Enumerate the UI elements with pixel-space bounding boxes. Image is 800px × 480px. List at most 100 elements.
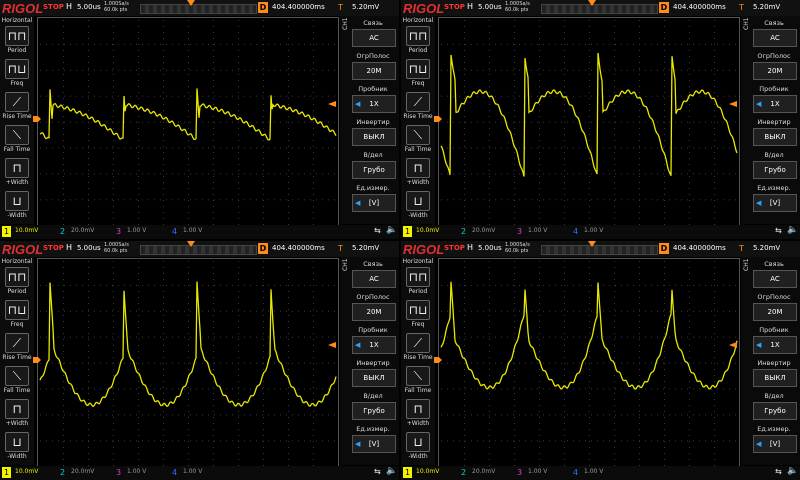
channel-4-button[interactable]: 4: [571, 467, 580, 478]
measure-item-pluswidth[interactable]: ⊓ +Width: [401, 399, 435, 427]
channel-3-button[interactable]: 3: [515, 467, 524, 478]
waveform-grid[interactable]: [438, 258, 740, 467]
speaker-icon[interactable]: 🔈: [386, 466, 397, 476]
channel-menu-button[interactable]: AC: [352, 29, 396, 47]
channel-2-scale[interactable]: 20.0mV: [472, 468, 495, 475]
channel-2-button[interactable]: 2: [58, 467, 67, 478]
channel-3-button[interactable]: 3: [114, 467, 123, 478]
channel-4-scale[interactable]: 1.00 V: [183, 468, 202, 475]
measure-item-falltime[interactable]: ⟍ Fall Time: [401, 125, 435, 153]
channel-4-button[interactable]: 4: [170, 226, 179, 237]
channel-menu-button[interactable]: ВЫКЛ: [352, 128, 396, 146]
measure-item-period[interactable]: ⊓⊓ Period: [401, 26, 435, 54]
measure-item-falltime[interactable]: ⟍ Fall Time: [0, 125, 34, 153]
channel-menu-button[interactable]: Грубо: [352, 161, 396, 179]
channel-menu-button[interactable]: ВЫКЛ: [753, 369, 797, 387]
measure-item-risetime[interactable]: ⟋ Rise Time: [401, 92, 435, 120]
channel-menu-button[interactable]: Грубо: [352, 402, 396, 420]
timebase-value[interactable]: 5.00us: [77, 3, 101, 11]
measure-item-falltime[interactable]: ⟍ Fall Time: [0, 366, 34, 394]
channel-3-button[interactable]: 3: [515, 226, 524, 237]
channel-menu-button[interactable]: 20M: [753, 62, 797, 80]
measure-item-minuswidth[interactable]: ⊔ -Width: [0, 191, 34, 219]
measure-item-pluswidth[interactable]: ⊓ +Width: [401, 158, 435, 186]
delay-value[interactable]: 404.400000ms: [272, 244, 325, 252]
channel-2-scale[interactable]: 20.0mV: [71, 468, 94, 475]
channel-menu-button[interactable]: Грубо: [753, 161, 797, 179]
channel-menu-button[interactable]: ◀ 1X: [352, 95, 396, 113]
trigger-level[interactable]: 5.20mV: [352, 3, 379, 11]
channel-menu-button[interactable]: Грубо: [753, 402, 797, 420]
measure-item-minuswidth[interactable]: ⊔ -Width: [401, 432, 435, 460]
channel-menu-button[interactable]: AC: [352, 270, 396, 288]
measure-item-pluswidth[interactable]: ⊓ +Width: [0, 158, 34, 186]
speaker-icon[interactable]: 🔈: [787, 466, 798, 476]
measure-item-risetime[interactable]: ⟋ Rise Time: [401, 333, 435, 361]
waveform-grid[interactable]: [37, 17, 339, 226]
speaker-icon[interactable]: 🔈: [386, 225, 397, 235]
measure-item-period[interactable]: ⊓⊓ Period: [0, 267, 34, 295]
trigger-level[interactable]: 5.20mV: [352, 244, 379, 252]
run-stop-status[interactable]: STOP: [444, 3, 465, 11]
run-stop-status[interactable]: STOP: [43, 3, 64, 11]
timebase-value[interactable]: 5.00us: [478, 244, 502, 252]
channel-4-scale[interactable]: 1.00 V: [183, 227, 202, 234]
channel-menu-button[interactable]: ◀ [V]: [352, 194, 396, 212]
measure-item-minuswidth[interactable]: ⊔ -Width: [0, 432, 34, 460]
channel-4-scale[interactable]: 1.00 V: [584, 468, 603, 475]
measure-item-risetime[interactable]: ⟋ Rise Time: [0, 333, 34, 361]
channel-menu-button[interactable]: ВЫКЛ: [753, 128, 797, 146]
channel-2-scale[interactable]: 20.0mV: [71, 227, 94, 234]
measure-item-period[interactable]: ⊓⊓ Period: [401, 267, 435, 295]
delay-value[interactable]: 404.400000ms: [272, 3, 325, 11]
channel-1-scale[interactable]: 10.0mV: [416, 227, 439, 234]
channel-4-button[interactable]: 4: [571, 226, 580, 237]
measure-item-freq[interactable]: ⊓⊔ Freq: [401, 59, 435, 87]
run-stop-status[interactable]: STOP: [444, 244, 465, 252]
waveform-grid[interactable]: [438, 17, 740, 226]
run-stop-status[interactable]: STOP: [43, 244, 64, 252]
channel-1-scale[interactable]: 10.0mV: [15, 468, 38, 475]
channel-menu-button[interactable]: AC: [753, 29, 797, 47]
channel-menu-button[interactable]: ◀ 1X: [352, 336, 396, 354]
channel-3-scale[interactable]: 1.00 V: [127, 468, 146, 475]
channel-1-scale[interactable]: 10.0mV: [15, 227, 38, 234]
channel-menu-button[interactable]: ◀ [V]: [753, 194, 797, 212]
measure-item-pluswidth[interactable]: ⊓ +Width: [0, 399, 34, 427]
channel-4-scale[interactable]: 1.00 V: [584, 227, 603, 234]
channel-2-scale[interactable]: 20.0mV: [472, 227, 495, 234]
channel-3-scale[interactable]: 1.00 V: [127, 227, 146, 234]
channel-1-scale[interactable]: 10.0mV: [416, 468, 439, 475]
timebase-value[interactable]: 5.00us: [478, 3, 502, 11]
measure-item-falltime[interactable]: ⟍ Fall Time: [401, 366, 435, 394]
channel-menu-button[interactable]: 20M: [753, 303, 797, 321]
channel-3-button[interactable]: 3: [114, 226, 123, 237]
channel-menu-button[interactable]: AC: [753, 270, 797, 288]
waveform-grid[interactable]: [37, 258, 339, 467]
timebase-value[interactable]: 5.00us: [77, 244, 101, 252]
channel-1-button[interactable]: 1: [403, 467, 412, 478]
channel-1-button[interactable]: 1: [403, 226, 412, 237]
measure-item-freq[interactable]: ⊓⊔ Freq: [0, 300, 34, 328]
measure-item-minuswidth[interactable]: ⊔ -Width: [401, 191, 435, 219]
measure-item-freq[interactable]: ⊓⊔ Freq: [401, 300, 435, 328]
channel-menu-button[interactable]: ◀ [V]: [352, 435, 396, 453]
channel-menu-button[interactable]: ВЫКЛ: [352, 369, 396, 387]
measure-item-risetime[interactable]: ⟋ Rise Time: [0, 92, 34, 120]
channel-2-button[interactable]: 2: [459, 467, 468, 478]
trigger-level[interactable]: 5.20mV: [753, 3, 780, 11]
channel-menu-button[interactable]: 20M: [352, 303, 396, 321]
channel-menu-button[interactable]: ◀ [V]: [753, 435, 797, 453]
channel-2-button[interactable]: 2: [58, 226, 67, 237]
speaker-icon[interactable]: 🔈: [787, 225, 798, 235]
measure-item-freq[interactable]: ⊓⊔ Freq: [0, 59, 34, 87]
trigger-level[interactable]: 5.20mV: [753, 244, 780, 252]
channel-2-button[interactable]: 2: [459, 226, 468, 237]
channel-menu-button[interactable]: ◀ 1X: [753, 336, 797, 354]
channel-menu-button[interactable]: 20M: [352, 62, 396, 80]
channel-menu-button[interactable]: ◀ 1X: [753, 95, 797, 113]
delay-value[interactable]: 404.400000ms: [673, 3, 726, 11]
channel-3-scale[interactable]: 1.00 V: [528, 227, 547, 234]
channel-4-button[interactable]: 4: [170, 467, 179, 478]
channel-3-scale[interactable]: 1.00 V: [528, 468, 547, 475]
